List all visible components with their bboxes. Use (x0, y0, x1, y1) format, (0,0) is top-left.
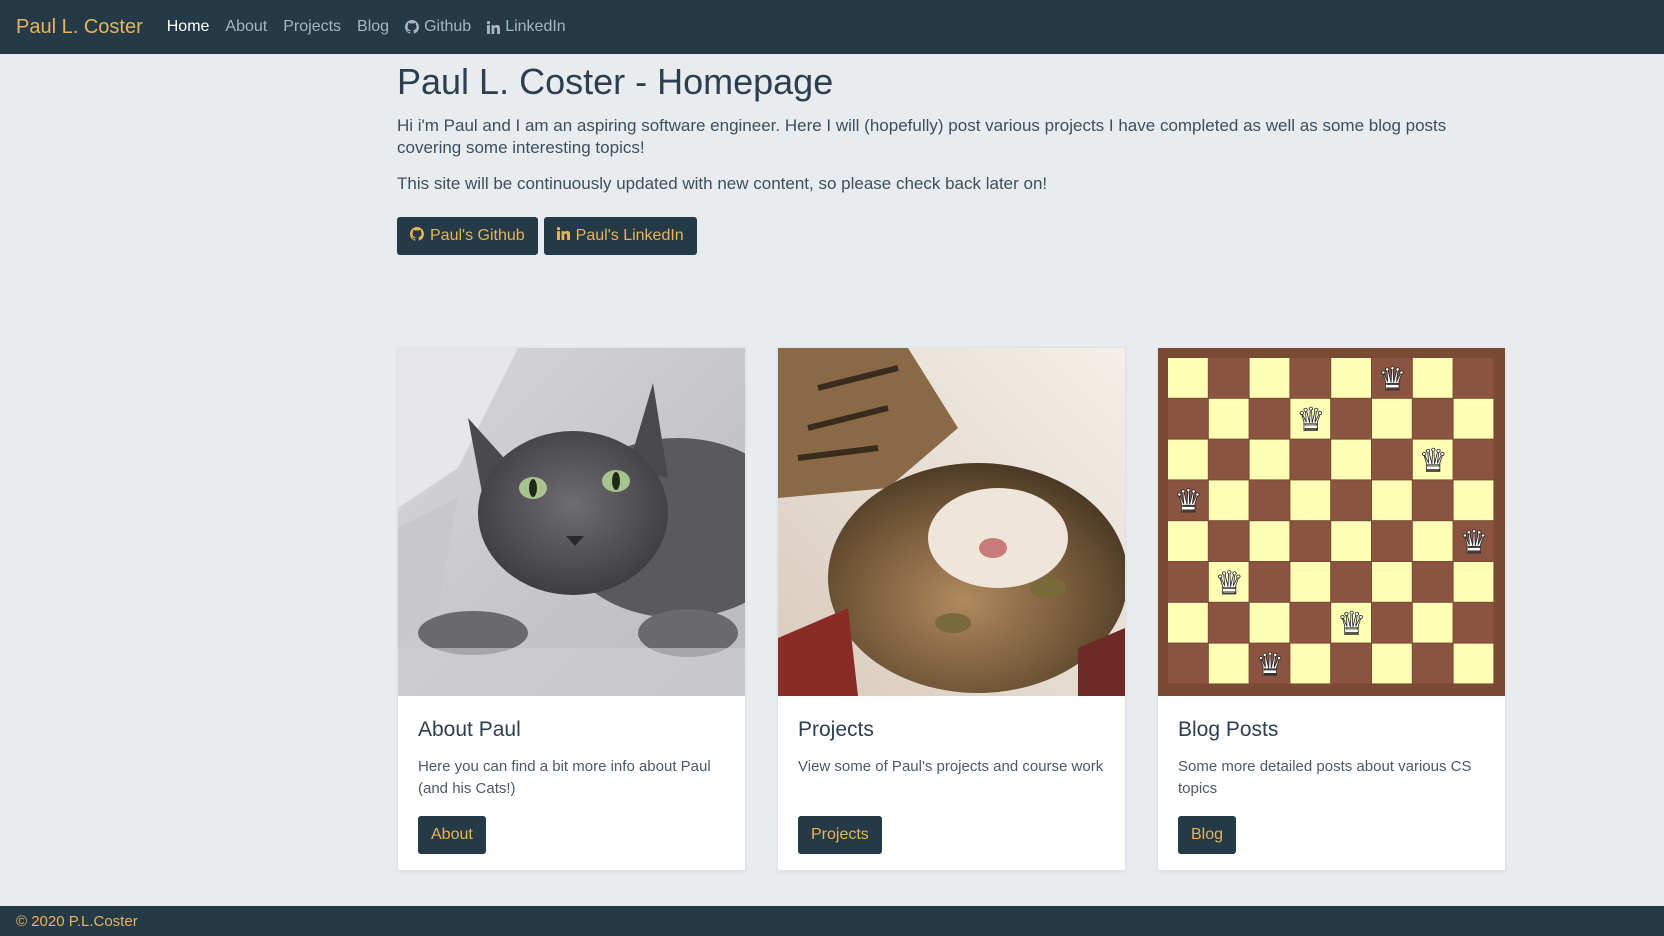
nav-about-label: About (225, 18, 268, 35)
about-card: About Paul Here you can find a bit more … (397, 347, 746, 871)
nav-linkedin-link[interactable]: LinkedIn (487, 18, 566, 36)
about-card-body: About Paul Here you can find a bit more … (398, 696, 745, 874)
github-icon (405, 20, 420, 34)
projects-card-body: Projects View some of Paul's projects an… (778, 696, 1125, 874)
linkedin-icon (487, 20, 501, 34)
queen-icon: ♛ (1174, 482, 1203, 520)
queen-icon: ♛ (1460, 523, 1489, 561)
blog-card-text: Some more detailed posts about various C… (1178, 758, 1472, 797)
nav-projects-label: Projects (283, 18, 342, 35)
nav-home-link[interactable]: Home (167, 18, 210, 36)
brand-link[interactable]: Paul L. Coster (16, 16, 143, 39)
projects-card-title: Projects (798, 718, 874, 741)
nav-blog-label: Blog (357, 18, 390, 35)
queen-icon: ♛ (1378, 360, 1407, 398)
nav-blog-link[interactable]: Blog (357, 18, 389, 36)
card-grid: About Paul Here you can find a bit more … (397, 347, 1506, 871)
blog-card: ♛ ♛ ♛ ♛ ♛ ♛ ♛ ♛ Blog Posts Some more detailed p… (1157, 347, 1506, 871)
queen-icon: ♛ (1215, 564, 1244, 602)
blog-button[interactable]: Blog (1178, 816, 1237, 854)
linkedin-button[interactable]: Paul's LinkedIn (543, 217, 697, 256)
nav-projects-link[interactable]: Projects (283, 18, 341, 36)
blog-card-title: Blog Posts (1178, 718, 1279, 741)
projects-card: Projects View some of Paul's projects an… (777, 347, 1126, 871)
nav-about-link[interactable]: About (225, 18, 267, 36)
copyright-text: © 2020 P.L.Coster (16, 912, 138, 930)
queen-icon: ♛ (1296, 401, 1325, 439)
about-card-title: About Paul (418, 718, 521, 741)
about-card-text: Here you can find a bit more info about … (418, 758, 711, 797)
nav-github-link[interactable]: Github (405, 18, 471, 36)
eight-queens-chessboard: ♛ ♛ ♛ ♛ ♛ ♛ ♛ ♛ (1158, 348, 1505, 696)
navbar: Paul L. Coster Home About Projects Blog … (0, 0, 1664, 54)
nav-linkedin-label: LinkedIn (505, 18, 566, 35)
footer: © 2020 P.L.Coster (0, 906, 1664, 936)
about-button[interactable]: About (418, 816, 486, 854)
page-title: Paul L. Coster - Homepage (397, 61, 834, 102)
linkedin-icon (556, 227, 570, 245)
grey-cat-photo (398, 348, 745, 696)
nav-home-label: Home (166, 18, 210, 35)
github-button-label: Paul's Github (430, 227, 525, 245)
intro-text: Hi i'm Paul and I am an aspiring softwar… (397, 116, 1447, 158)
queen-icon: ♛ (1337, 605, 1366, 643)
queen-icon: ♛ (1256, 645, 1285, 683)
projects-card-text: View some of Paul's projects and course … (798, 758, 1104, 775)
update-note: This site will be continuously updated w… (397, 174, 1048, 194)
nav-github-label: Github (424, 18, 472, 35)
queen-icon: ♛ (1419, 441, 1448, 479)
hero-buttons: Paul's Github Paul's LinkedIn (397, 217, 1497, 256)
blog-card-body: Blog Posts Some more detailed posts abou… (1158, 696, 1505, 874)
tabby-cat-photo (778, 348, 1125, 696)
projects-button[interactable]: Projects (798, 816, 882, 854)
github-button[interactable]: Paul's Github (397, 217, 538, 256)
hero-section: Paul L. Coster - Homepage Hi i'm Paul an… (397, 60, 1497, 256)
github-icon (410, 226, 425, 246)
linkedin-button-label: Paul's LinkedIn (575, 227, 684, 245)
